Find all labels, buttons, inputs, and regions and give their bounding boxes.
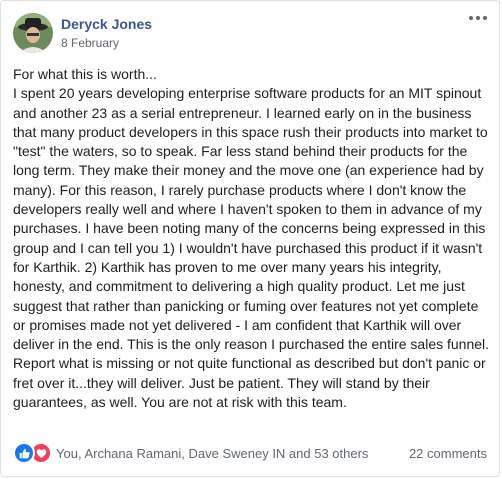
post-meta: Deryck Jones 8 February — [61, 15, 152, 51]
post-card: Deryck Jones 8 February For what this is… — [0, 0, 500, 477]
more-options-button[interactable] — [469, 11, 487, 25]
post-date[interactable]: 8 February — [61, 35, 152, 51]
post-header: Deryck Jones 8 February — [13, 13, 152, 53]
post-footer: You, Archana Ramani, Dave Sweney IN and … — [13, 442, 487, 464]
like-icon — [13, 442, 35, 464]
dot-icon — [483, 16, 487, 20]
dot-icon — [469, 16, 473, 20]
reactions-summary[interactable]: You, Archana Ramani, Dave Sweney IN and … — [13, 442, 368, 464]
comments-count-link[interactable]: 22 comments — [409, 446, 487, 461]
post-body: For what this is worth... I spent 20 yea… — [13, 66, 490, 411]
dot-icon — [476, 16, 480, 20]
avatar[interactable] — [13, 13, 53, 53]
author-name[interactable]: Deryck Jones — [61, 15, 152, 33]
reactions-text: You, Archana Ramani, Dave Sweney IN and … — [56, 445, 369, 461]
